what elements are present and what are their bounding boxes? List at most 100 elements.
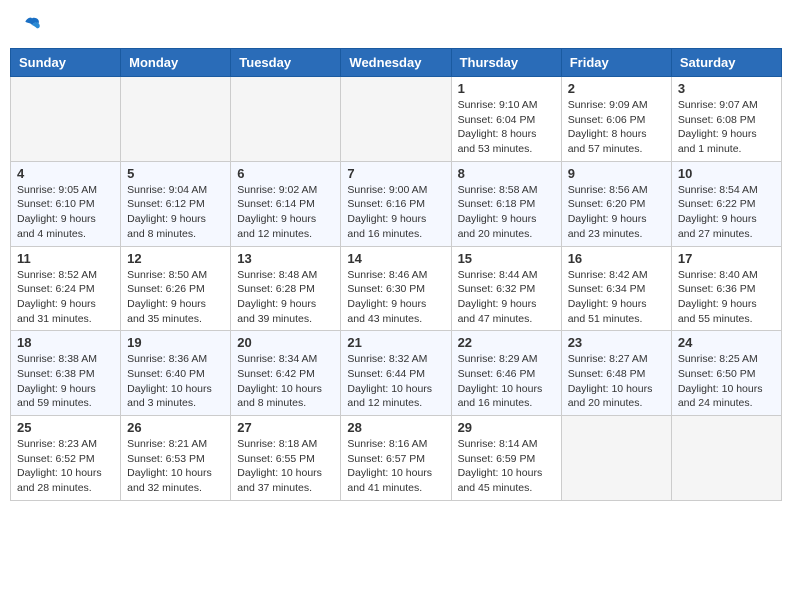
day-number: 29: [458, 420, 555, 435]
calendar-cell: 19Sunrise: 8:36 AM Sunset: 6:40 PM Dayli…: [121, 331, 231, 416]
day-number: 2: [568, 81, 665, 96]
calendar-cell: 28 Sunrise: 8:16 AM Sunset: 6:57 PM Dayli…: [341, 416, 451, 501]
day-info: Sunrise: 8:52 AM Sunset: 6:24 PM Dayligh…: [17, 268, 114, 327]
week-row-1: 1 Sunrise: 9:10 AM Sunset: 6:04 PM Daylig…: [11, 77, 782, 162]
calendar-cell: [121, 77, 231, 162]
day-number: 6: [237, 166, 334, 181]
calendar-cell: 24 Sunrise: 8:25 AM Sunset: 6:50 PM Dayli…: [671, 331, 781, 416]
calendar-table: SundayMondayTuesdayWednesdayThursdayFrid…: [10, 48, 782, 501]
day-info: Sunrise: 8:42 AM Sunset: 6:34 PM Dayligh…: [568, 268, 665, 327]
day-info: Sunrise: 8:48 AM Sunset: 6:28 PM Dayligh…: [237, 268, 334, 327]
calendar-cell: 6 Sunrise: 9:02 AM Sunset: 6:14 PM Daylig…: [231, 161, 341, 246]
day-info: Sunrise: 9:02 AM Sunset: 6:14 PM Dayligh…: [237, 183, 334, 242]
day-info: Sunrise: 8:27 AM Sunset: 6:48 PM Dayligh…: [568, 352, 665, 411]
calendar-cell: 20 Sunrise: 8:34 AM Sunset: 6:42 PM Dayli…: [231, 331, 341, 416]
day-info: Sunrise: 9:09 AM Sunset: 6:06 PM Dayligh…: [568, 98, 665, 157]
calendar-cell: 9 Sunrise: 8:56 AM Sunset: 6:20 PM Daylig…: [561, 161, 671, 246]
calendar-cell: 21 Sunrise: 8:32 AM Sunset: 6:44 PM Dayli…: [341, 331, 451, 416]
day-info: Sunrise: 9:05 AM Sunset: 6:10 PM Dayligh…: [17, 183, 114, 242]
calendar-cell: 18 Sunrise: 8:38 AM Sunset: 6:38 PM Dayli…: [11, 331, 121, 416]
calendar-cell: 25 Sunrise: 8:23 AM Sunset: 6:52 PM Dayli…: [11, 416, 121, 501]
day-number: 3: [678, 81, 775, 96]
day-number: 20: [237, 335, 334, 350]
day-info: Sunrise: 8:44 AM Sunset: 6:32 PM Dayligh…: [458, 268, 555, 327]
calendar-cell: 15 Sunrise: 8:44 AM Sunset: 6:32 PM Dayli…: [451, 246, 561, 331]
day-number: 17: [678, 251, 775, 266]
day-number: 22: [458, 335, 555, 350]
day-info: Sunrise: 9:10 AM Sunset: 6:04 PM Dayligh…: [458, 98, 555, 157]
day-info: Sunrise: 9:07 AM Sunset: 6:08 PM Dayligh…: [678, 98, 775, 157]
days-of-week-row: SundayMondayTuesdayWednesdayThursdayFrid…: [11, 49, 782, 77]
calendar-cell: 22Sunrise: 8:29 AM Sunset: 6:46 PM Dayli…: [451, 331, 561, 416]
day-number: 23: [568, 335, 665, 350]
day-header-thursday: Thursday: [451, 49, 561, 77]
day-info: Sunrise: 8:58 AM Sunset: 6:18 PM Dayligh…: [458, 183, 555, 242]
day-info: Sunrise: 8:50 AM Sunset: 6:26 PM Dayligh…: [127, 268, 224, 327]
calendar-cell: [671, 416, 781, 501]
day-info: Sunrise: 8:40 AM Sunset: 6:36 PM Dayligh…: [678, 268, 775, 327]
day-info: Sunrise: 8:34 AM Sunset: 6:42 PM Dayligh…: [237, 352, 334, 411]
day-number: 9: [568, 166, 665, 181]
page-header: [10, 10, 782, 40]
day-header-saturday: Saturday: [671, 49, 781, 77]
calendar-cell: [11, 77, 121, 162]
calendar-cell: 26 Sunrise: 8:21 AM Sunset: 6:53 PM Dayli…: [121, 416, 231, 501]
day-header-monday: Monday: [121, 49, 231, 77]
calendar-cell: 3 Sunrise: 9:07 AM Sunset: 6:08 PM Daylig…: [671, 77, 781, 162]
day-info: Sunrise: 8:25 AM Sunset: 6:50 PM Dayligh…: [678, 352, 775, 411]
calendar-cell: [561, 416, 671, 501]
calendar-cell: 27 Sunrise: 8:18 AM Sunset: 6:55 PM Dayli…: [231, 416, 341, 501]
week-row-4: 18 Sunrise: 8:38 AM Sunset: 6:38 PM Dayli…: [11, 331, 782, 416]
day-number: 7: [347, 166, 444, 181]
day-number: 24: [678, 335, 775, 350]
day-info: Sunrise: 8:18 AM Sunset: 6:55 PM Dayligh…: [237, 437, 334, 496]
day-number: 11: [17, 251, 114, 266]
day-number: 1: [458, 81, 555, 96]
logo-bird-icon: [22, 15, 42, 35]
day-number: 4: [17, 166, 114, 181]
week-row-2: 4 Sunrise: 9:05 AM Sunset: 6:10 PM Daylig…: [11, 161, 782, 246]
day-info: Sunrise: 8:56 AM Sunset: 6:20 PM Dayligh…: [568, 183, 665, 242]
calendar-cell: 2 Sunrise: 9:09 AM Sunset: 6:06 PM Daylig…: [561, 77, 671, 162]
day-number: 18: [17, 335, 114, 350]
day-info: Sunrise: 8:32 AM Sunset: 6:44 PM Dayligh…: [347, 352, 444, 411]
calendar-cell: [341, 77, 451, 162]
day-number: 26: [127, 420, 224, 435]
calendar-cell: 13Sunrise: 8:48 AM Sunset: 6:28 PM Dayli…: [231, 246, 341, 331]
calendar-cell: 23 Sunrise: 8:27 AM Sunset: 6:48 PM Dayli…: [561, 331, 671, 416]
day-info: Sunrise: 8:46 AM Sunset: 6:30 PM Dayligh…: [347, 268, 444, 327]
day-info: Sunrise: 8:54 AM Sunset: 6:22 PM Dayligh…: [678, 183, 775, 242]
day-number: 25: [17, 420, 114, 435]
calendar-cell: 8 Sunrise: 8:58 AM Sunset: 6:18 PM Daylig…: [451, 161, 561, 246]
calendar-cell: 10 Sunrise: 8:54 AM Sunset: 6:22 PM Dayli…: [671, 161, 781, 246]
calendar-cell: 1 Sunrise: 9:10 AM Sunset: 6:04 PM Daylig…: [451, 77, 561, 162]
day-info: Sunrise: 8:14 AM Sunset: 6:59 PM Dayligh…: [458, 437, 555, 496]
day-info: Sunrise: 9:04 AM Sunset: 6:12 PM Dayligh…: [127, 183, 224, 242]
day-number: 21: [347, 335, 444, 350]
day-number: 10: [678, 166, 775, 181]
logo: [20, 15, 42, 35]
day-info: Sunrise: 9:00 AM Sunset: 6:16 PM Dayligh…: [347, 183, 444, 242]
day-info: Sunrise: 8:21 AM Sunset: 6:53 PM Dayligh…: [127, 437, 224, 496]
day-number: 5: [127, 166, 224, 181]
week-row-3: 11 Sunrise: 8:52 AM Sunset: 6:24 PM Dayli…: [11, 246, 782, 331]
calendar-cell: 4 Sunrise: 9:05 AM Sunset: 6:10 PM Daylig…: [11, 161, 121, 246]
day-number: 27: [237, 420, 334, 435]
day-info: Sunrise: 8:16 AM Sunset: 6:57 PM Dayligh…: [347, 437, 444, 496]
day-info: Sunrise: 8:38 AM Sunset: 6:38 PM Dayligh…: [17, 352, 114, 411]
day-header-wednesday: Wednesday: [341, 49, 451, 77]
day-header-tuesday: Tuesday: [231, 49, 341, 77]
week-row-5: 25 Sunrise: 8:23 AM Sunset: 6:52 PM Dayli…: [11, 416, 782, 501]
day-number: 15: [458, 251, 555, 266]
day-number: 8: [458, 166, 555, 181]
calendar-cell: 17 Sunrise: 8:40 AM Sunset: 6:36 PM Dayli…: [671, 246, 781, 331]
calendar-cell: 7 Sunrise: 9:00 AM Sunset: 6:16 PM Daylig…: [341, 161, 451, 246]
calendar-cell: 14Sunrise: 8:46 AM Sunset: 6:30 PM Dayli…: [341, 246, 451, 331]
calendar-cell: [231, 77, 341, 162]
day-number: 28: [347, 420, 444, 435]
day-number: 12: [127, 251, 224, 266]
day-info: Sunrise: 8:23 AM Sunset: 6:52 PM Dayligh…: [17, 437, 114, 496]
day-number: 19: [127, 335, 224, 350]
calendar-cell: 29 Sunrise: 8:14 AM Sunset: 6:59 PM Dayli…: [451, 416, 561, 501]
calendar-cell: 16Sunrise: 8:42 AM Sunset: 6:34 PM Dayli…: [561, 246, 671, 331]
